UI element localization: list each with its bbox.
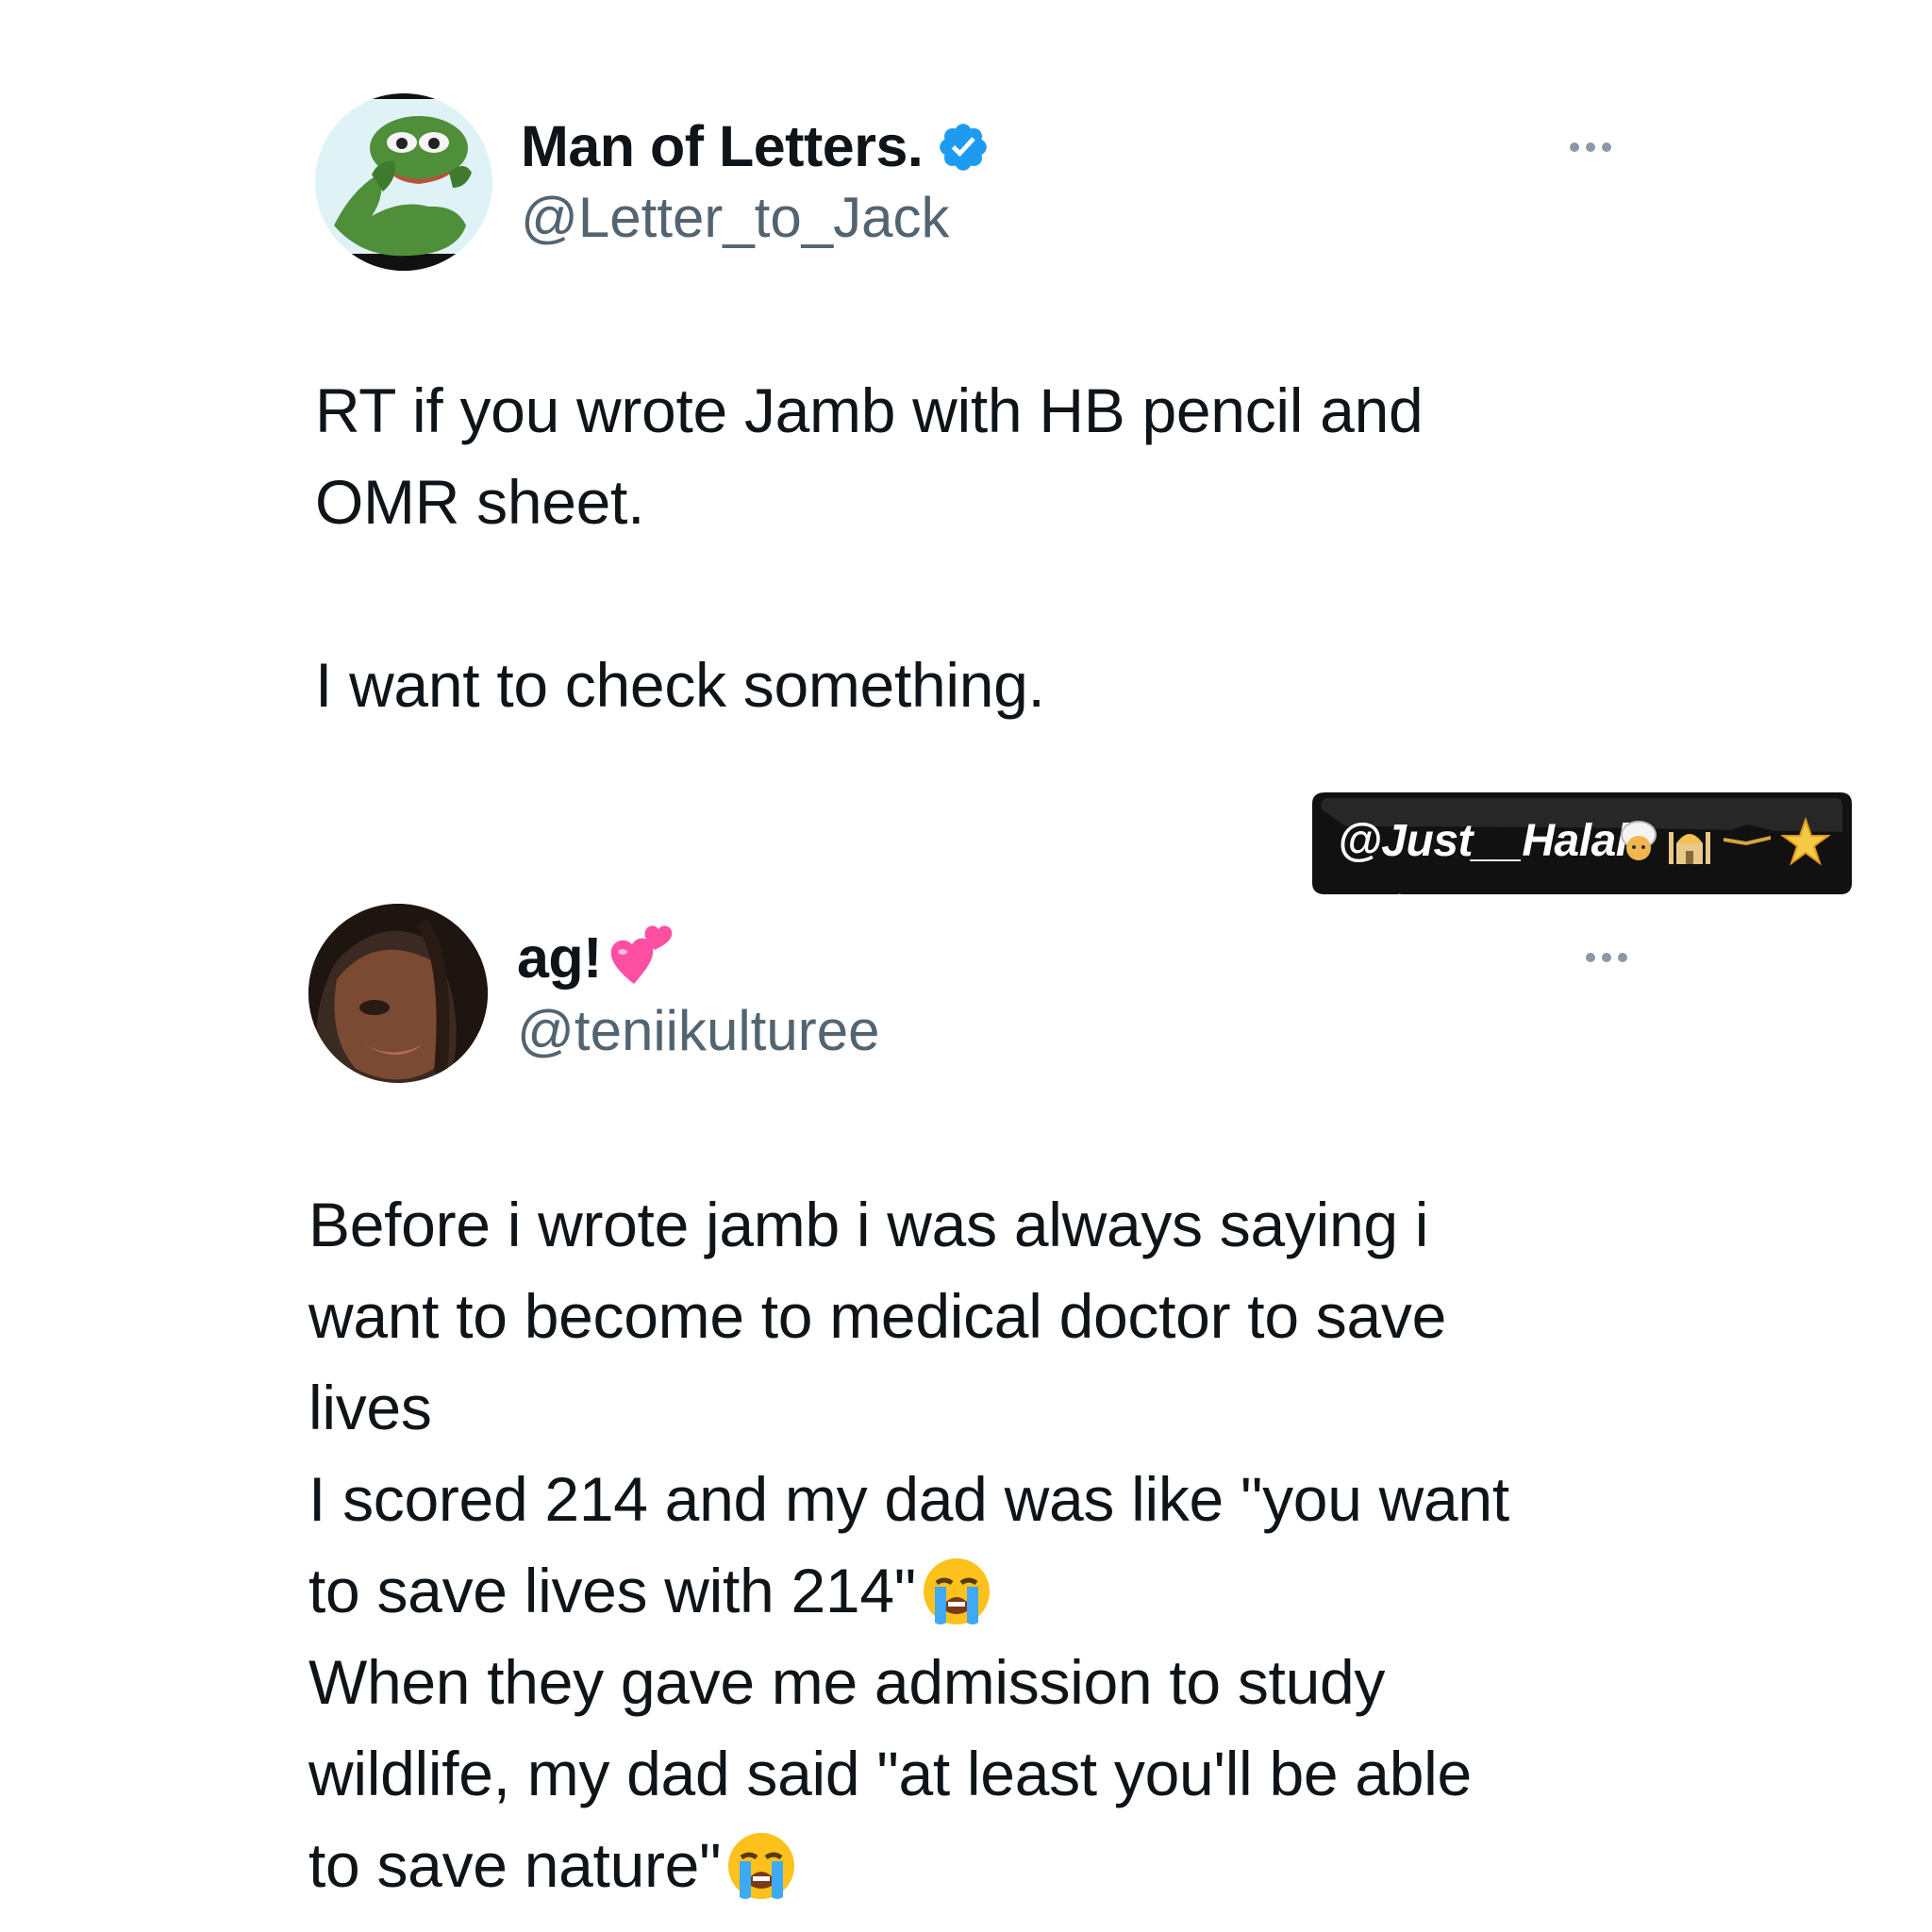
user-handle[interactable]: @Letter_to_Jack <box>521 185 949 251</box>
avatar[interactable] <box>308 904 488 1083</box>
avatar[interactable] <box>315 93 492 271</box>
tweet-text-line: RT if you wrote Jamb with HB pencil and <box>315 375 1424 445</box>
tweet-text-line: OMR sheet. <box>315 467 645 537</box>
tweet-text: RT if you wrote Jamb with HB pencil and … <box>315 365 1424 731</box>
more-options-icon[interactable] <box>1570 142 1611 152</box>
loudly-crying-face-icon <box>728 1832 795 1899</box>
kaaba-icon <box>1724 824 1771 864</box>
display-name[interactable]: ag! <box>517 924 674 991</box>
verified-badge-icon <box>940 124 988 171</box>
tweet-text-line: wildlife, my dad said "at least you'll b… <box>308 1739 1472 1808</box>
tweet-text-line: to save nature" <box>308 1820 1509 1911</box>
tweet-text-line: want to become to medical doctor to save <box>308 1281 1446 1351</box>
tweet-text: Before i wrote jamb i was always saying … <box>308 1179 1509 1911</box>
display-name-text: ag! <box>517 925 603 990</box>
tweet-text-line: to save lives with 214" <box>308 1545 1509 1637</box>
two-hearts-icon <box>610 925 673 984</box>
star-icon <box>1780 817 1831 866</box>
tweet-text-line <box>315 548 1423 640</box>
screenshot-canvas: Man of Letters. @Letter_to_Jack RT if yo… <box>0 0 1932 1932</box>
loudly-crying-face-icon <box>923 1557 990 1624</box>
more-options-icon[interactable] <box>1586 953 1627 962</box>
tweet-text-line: lives <box>308 1373 432 1442</box>
display-name[interactable]: Man of Letters. <box>521 113 991 179</box>
man-with-turban-icon <box>1621 821 1657 860</box>
user-handle[interactable]: @teniikulturee <box>517 998 879 1064</box>
tweet-text-line: I scored 214 and my dad was like "you wa… <box>308 1464 1509 1534</box>
mosque-icon <box>1669 832 1710 864</box>
display-name-text: Man of Letters. <box>521 114 924 178</box>
tweet-text-line: Before i wrote jamb i was always saying … <box>308 1190 1429 1259</box>
tweet-text-line: When they gave me admission to study <box>308 1647 1386 1717</box>
watermark-text: @Just__Halal <box>1338 816 1628 866</box>
tweet-text-line: I want to check something. <box>315 650 1045 720</box>
watermark-emojis <box>1618 817 1831 868</box>
